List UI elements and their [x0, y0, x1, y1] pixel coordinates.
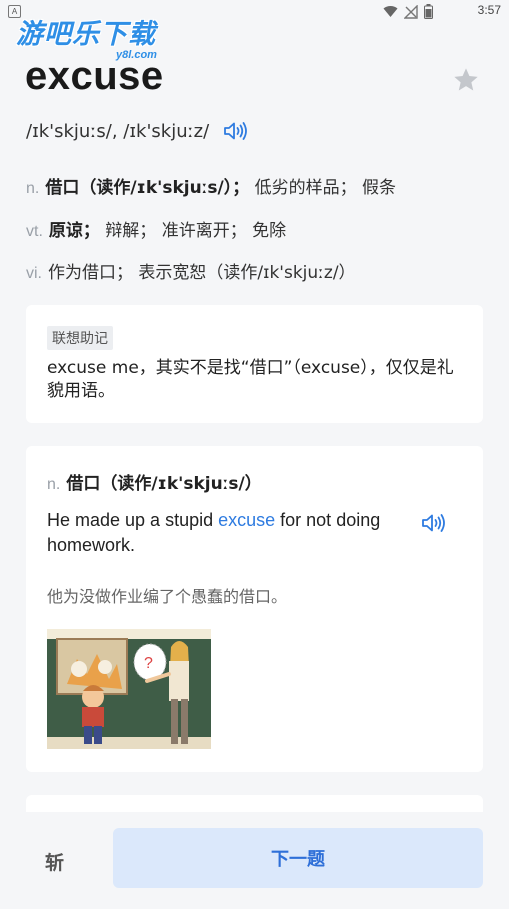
example-card: n. 借口（读作/ɪk'skjuːs/） He made up a stupid … [26, 446, 483, 772]
example-sentence-cn: 他为没做作业编了个愚蠢的借口。 [47, 587, 288, 606]
definition-pos: vt. [26, 223, 43, 240]
example-highlight-word: excuse [218, 510, 276, 530]
phonetic-row: /ɪk'skjuːs/, /ɪk'skjuːz/ [26, 120, 249, 142]
example-sense: n. 借口（读作/ɪk'skjuːs/） [47, 469, 262, 494]
definition-noun: n. 借口（读作/ɪk'skjuːs/）； 低劣的样品； 假条 [26, 173, 396, 198]
example-sentence-en: He made up a stupid excuse for not doing… [47, 508, 397, 558]
svg-text:?: ? [144, 655, 153, 672]
chop-button[interactable]: 斩 [45, 848, 64, 875]
watermark-logo: 游吧乐下载 y8l.com [16, 18, 157, 61]
mnemonic-tag: 联想助记 [47, 326, 113, 350]
definition-rest: 辩解； 准许离开； 免除 [99, 221, 287, 241]
notification-badge: A [8, 5, 21, 18]
headword: excuse [25, 54, 164, 98]
phonetic-text: /ɪk'skjuːs/, /ɪk'skjuːz/ [26, 120, 210, 142]
status-time: 3:57 [477, 3, 501, 17]
signal-icon [404, 4, 418, 19]
definition-main: 借口（读作/ɪk'skjuːs/）； [45, 178, 250, 198]
battery-icon [424, 4, 433, 19]
mnemonic-card: 联想助记 excuse me，其实不是找“借口”（excuse），仅仅是礼貌用语… [26, 305, 483, 423]
wifi-icon [383, 6, 398, 18]
definition-vt: vt. 原谅； 辩解； 准许离开； 免除 [26, 216, 286, 241]
definition-main: 原谅； [48, 221, 100, 241]
example-en-part: He made up a stupid [47, 510, 219, 530]
speaker-icon[interactable] [223, 120, 249, 142]
star-icon[interactable] [452, 66, 480, 94]
watermark-text: 游吧乐下载 [16, 19, 156, 50]
next-question-button[interactable]: 下一题 [113, 828, 483, 888]
mnemonic-text: excuse me，其实不是找“借口”（excuse），仅仅是礼貌用语。 [47, 358, 454, 401]
example-illustration: ? [47, 629, 211, 749]
definition-rest: 作为借口； 表示宽恕（读作/ɪk'skjuːz/） [48, 263, 356, 283]
definition-vi: vi. 作为借口； 表示宽恕（读作/ɪk'skjuːz/） [26, 258, 356, 283]
definition-pos: vi. [26, 265, 42, 282]
example-sense-text: 借口（读作/ɪk'skjuːs/） [66, 474, 262, 494]
example-pos: n. [47, 476, 61, 493]
status-icons [383, 4, 433, 19]
definition-rest: 低劣的样品； 假条 [249, 178, 397, 198]
speaker-icon[interactable] [421, 512, 447, 534]
definition-pos: n. [26, 180, 40, 197]
